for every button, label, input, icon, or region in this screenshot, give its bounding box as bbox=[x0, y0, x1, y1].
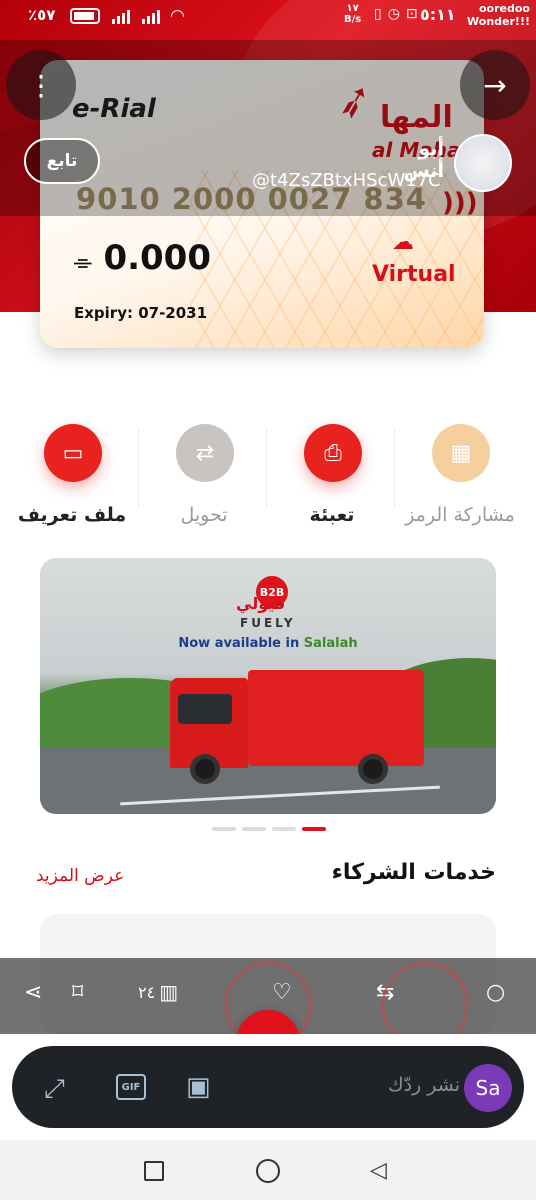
home-icon[interactable] bbox=[256, 1159, 280, 1183]
user-handle[interactable]: @t4ZsZBtxHScW17C bbox=[252, 170, 441, 191]
carousel-dot[interactable] bbox=[242, 827, 266, 831]
partners-section-title: خدمات الشركاء bbox=[331, 860, 496, 885]
currency-symbol: ⌯ bbox=[74, 250, 92, 275]
truck-window bbox=[178, 694, 232, 724]
truck-wheel bbox=[358, 754, 388, 784]
battery-icon bbox=[70, 8, 100, 24]
card-icon: ▭ bbox=[44, 424, 102, 482]
notification-icons: ▯◷⊡ bbox=[374, 6, 424, 22]
carrier-name: ooredoo bbox=[479, 2, 530, 15]
transfer-icon: ⇄ bbox=[176, 424, 234, 482]
views-count: ٢٤ bbox=[138, 982, 156, 1002]
tagline-prefix: Now available in bbox=[178, 636, 300, 651]
quick-actions: ▭ ملف تعريف ⇄ تحويل ⎙ تعبئة ▦ مشاركة الر… bbox=[0, 408, 536, 548]
action-topup[interactable]: ⎙ تعبئة bbox=[268, 408, 396, 548]
divider bbox=[266, 428, 267, 508]
tagline-city: Salalah bbox=[303, 636, 358, 651]
view-more-link[interactable]: عرض المزيد bbox=[36, 866, 124, 886]
card-balance: ⌯ 0.000 bbox=[74, 238, 211, 278]
expand-icon[interactable]: ⤢ bbox=[44, 1074, 65, 1105]
image-icon[interactable]: ▣ bbox=[186, 1072, 211, 1102]
recent-apps-icon[interactable] bbox=[144, 1161, 164, 1181]
bar-chart-icon: ▥ bbox=[159, 980, 179, 1004]
follow-button[interactable]: تابع bbox=[24, 138, 100, 184]
banner-tagline: Now available in Salalah bbox=[40, 636, 496, 651]
truck-tank bbox=[248, 670, 424, 766]
fuel-truck-image bbox=[170, 670, 424, 786]
carousel-dot[interactable] bbox=[272, 827, 296, 831]
banner-brand-english: FUELY bbox=[240, 616, 296, 630]
carrier: ooredoo Wonder!!! bbox=[467, 2, 530, 28]
divider bbox=[394, 428, 395, 508]
qr-icon: ▦ bbox=[432, 424, 490, 482]
carousel-dot-active[interactable] bbox=[302, 827, 326, 831]
bookmark-icon[interactable]: ⌑ bbox=[72, 980, 83, 1005]
action-label: ملف تعريف bbox=[17, 504, 127, 526]
my-avatar[interactable]: Sa bbox=[464, 1064, 512, 1112]
banner-brand-arabic: فيولي bbox=[236, 594, 286, 613]
back-icon[interactable]: ◁ bbox=[370, 1158, 387, 1183]
cloud-icon: ☁ bbox=[392, 230, 414, 255]
action-label: مشاركة الرمز bbox=[405, 504, 515, 526]
carousel-indicator bbox=[212, 827, 326, 831]
balance-value: 0.000 bbox=[103, 238, 211, 278]
action-transfer[interactable]: ⇄ تحويل bbox=[140, 408, 268, 548]
share-icon[interactable]: ⋖ bbox=[24, 980, 42, 1005]
action-profile[interactable]: ▭ ملف تعريف bbox=[8, 408, 136, 548]
action-label: تعبئة bbox=[309, 504, 355, 526]
clock: ٥:١١ bbox=[420, 5, 456, 24]
screen: e-Rial ➶ المها al Maha 9010 2000 0027 83… bbox=[0, 0, 536, 1200]
battery-percent: ٪٥٧ bbox=[28, 6, 56, 24]
promo-banner[interactable]: B2B فيولي FUELY Now available in Salalah bbox=[40, 558, 496, 814]
speed-unit: B/s bbox=[344, 14, 362, 25]
reply-icon[interactable]: ○ bbox=[486, 980, 505, 1005]
action-share-code[interactable]: ▦ مشاركة الرمز bbox=[396, 408, 524, 548]
card-expiry: Expiry: 07-2031 bbox=[74, 304, 208, 322]
arrow-right-icon[interactable]: → bbox=[460, 50, 530, 120]
speed-value: ١٧ bbox=[346, 3, 359, 14]
status-bar: ٪٥٧ ◠ ١٧ B/s ▯◷⊡ ٥:١١ ooredoo Wonder!!! bbox=[0, 0, 536, 34]
network-speed: ١٧ B/s bbox=[344, 3, 361, 25]
virtual-badge: Virtual bbox=[372, 262, 456, 287]
truck-wheel bbox=[190, 754, 220, 784]
wifi-icon: ◠ bbox=[170, 6, 185, 26]
printer-icon: ⎙ bbox=[304, 424, 362, 482]
carousel-dot[interactable] bbox=[212, 827, 236, 831]
divider bbox=[138, 428, 139, 508]
views-button[interactable]: ٢٤ ▥ bbox=[138, 980, 178, 1004]
user-avatar[interactable] bbox=[454, 134, 512, 192]
action-label: تحويل bbox=[180, 504, 228, 526]
more-options-icon[interactable]: ⋮ bbox=[6, 50, 76, 120]
carrier-slogan: Wonder!!! bbox=[467, 15, 530, 28]
signal-icon bbox=[112, 8, 134, 24]
gif-button[interactable]: GIF bbox=[116, 1074, 146, 1100]
signal-icon bbox=[142, 8, 164, 24]
reply-input[interactable]: نشر ردّك bbox=[370, 1074, 460, 1096]
